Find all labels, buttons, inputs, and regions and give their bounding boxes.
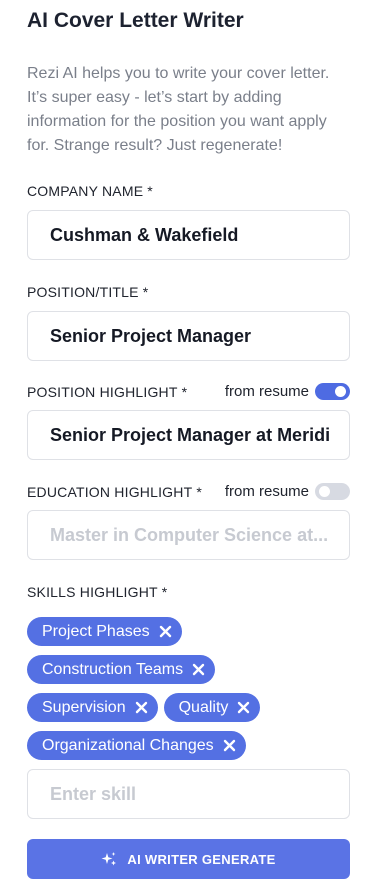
remove-tag-icon[interactable]: [135, 701, 148, 714]
position-title-field[interactable]: [27, 311, 350, 361]
page-description: Rezi AI helps you to write your cover le…: [27, 65, 330, 154]
skills-highlight-label: SKILLS HIGHLIGHT *: [27, 584, 168, 600]
skill-entry-input[interactable]: [28, 770, 349, 818]
skill-entry-field[interactable]: [27, 769, 350, 819]
toggle-knob: [319, 486, 330, 497]
skill-tag[interactable]: Organizational Changes: [27, 731, 246, 760]
skill-tag[interactable]: Quality: [163, 693, 261, 722]
page-title: AI Cover Letter Writer: [27, 9, 244, 32]
skill-tag-row: Supervision Quality: [27, 693, 350, 722]
position-highlight-toggle[interactable]: [315, 383, 350, 400]
skill-tag-row: Organizational Changes: [27, 731, 350, 760]
remove-tag-icon[interactable]: [192, 663, 205, 676]
education-highlight-label: EDUCATION HIGHLIGHT *: [27, 484, 202, 500]
skill-tag[interactable]: Project Phases: [27, 617, 182, 646]
skill-tag[interactable]: Construction Teams: [27, 655, 216, 684]
toggle-knob: [335, 386, 346, 397]
sparkle-icon: [101, 851, 117, 867]
generate-button-label: AI WRITER GENERATE: [127, 851, 276, 867]
company-name-input[interactable]: [28, 211, 349, 259]
position-highlight-label: POSITION HIGHLIGHT *: [27, 384, 188, 400]
skill-tags: Project Phases Construction Teams Superv…: [27, 617, 350, 769]
education-highlight-field[interactable]: [27, 510, 350, 560]
ai-writer-generate-button[interactable]: AI WRITER GENERATE: [27, 839, 350, 879]
from-resume-label: from resume: [224, 483, 309, 500]
skill-tag[interactable]: Supervision: [27, 693, 158, 722]
skill-tag-row: Construction Teams: [27, 655, 350, 684]
position-title-input[interactable]: [28, 312, 349, 360]
education-highlight-input[interactable]: [28, 511, 349, 559]
company-name-field[interactable]: [27, 210, 350, 260]
remove-tag-icon[interactable]: [223, 739, 236, 752]
from-resume-label: from resume: [224, 383, 309, 400]
skill-tag-row: Project Phases: [27, 617, 350, 646]
position-highlight-from-resume: from resume: [225, 383, 350, 400]
education-highlight-from-resume: from resume: [225, 483, 350, 500]
remove-tag-icon[interactable]: [237, 701, 250, 714]
remove-tag-icon[interactable]: [159, 625, 172, 638]
company-name-label: COMPANY NAME *: [27, 183, 153, 199]
position-highlight-field[interactable]: [27, 410, 350, 460]
position-highlight-input[interactable]: [28, 411, 349, 459]
position-title-label: POSITION/TITLE *: [27, 284, 149, 300]
education-highlight-toggle[interactable]: [315, 483, 350, 500]
